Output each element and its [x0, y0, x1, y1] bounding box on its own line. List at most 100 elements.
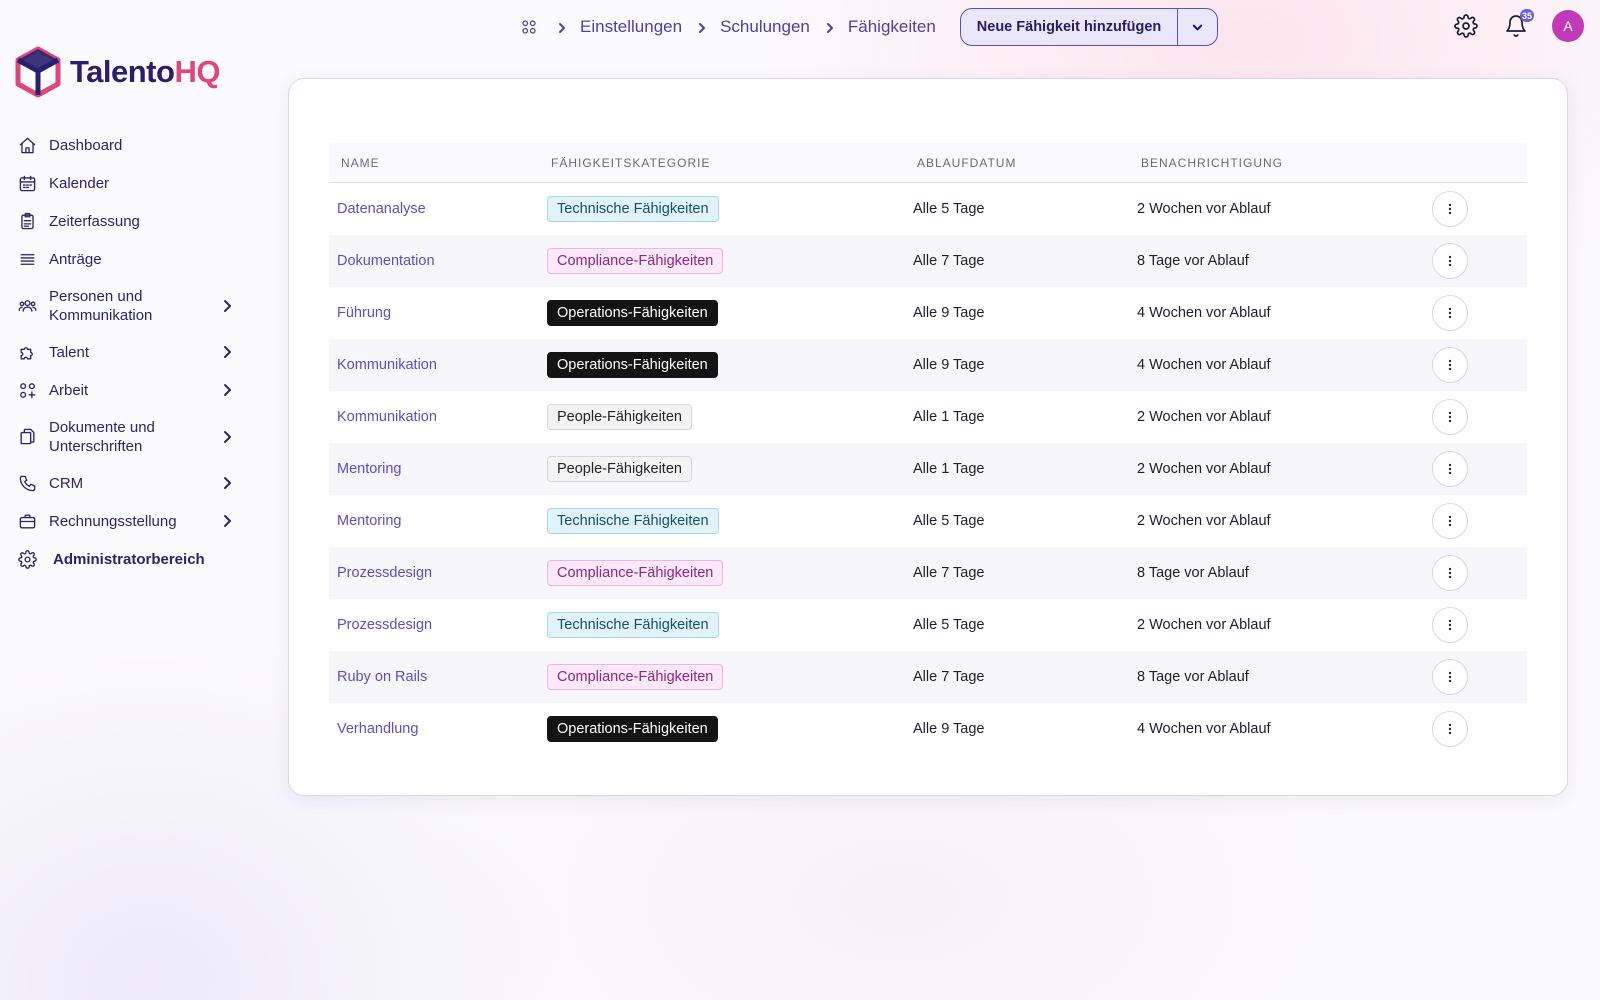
more-vertical-icon	[1448, 515, 1452, 527]
sidebar-item-antraege[interactable]: Anträge	[14, 240, 246, 278]
skills-card: Name Fähigkeitskategorie Ablaufdatum Ben…	[288, 78, 1568, 796]
sidebar-item-label: Personen und Kommunikation	[49, 287, 153, 324]
apps-grid-icon[interactable]	[520, 16, 542, 38]
skill-name-link[interactable]: Verhandlung	[337, 721, 418, 737]
chevron-right-icon	[220, 476, 234, 490]
sidebar-item-label: Dokumente und Unterschriften	[49, 418, 155, 455]
table-header: Name Fähigkeitskategorie Ablaufdatum Ben…	[329, 143, 1527, 183]
breadcrumb-faehigkeiten[interactable]: Fähigkeiten	[848, 17, 936, 37]
skill-name-link[interactable]: Prozessdesign	[337, 617, 432, 633]
more-vertical-icon	[1448, 671, 1452, 683]
sidebar-item-label: Dashboard	[49, 136, 123, 154]
sidebar-item-label: Zeiterfassung	[49, 212, 140, 230]
category-badge: Technische Fähigkeiten	[547, 612, 719, 638]
notification-text: 2 Wochen vor Ablauf	[1137, 201, 1271, 217]
clipboard-icon	[16, 210, 38, 232]
skill-name-link[interactable]: Führung	[337, 305, 391, 321]
skill-name-link[interactable]: Datenanalyse	[337, 201, 426, 217]
notification-text: 8 Tage vor Ablauf	[1137, 669, 1249, 685]
gear-icon	[1454, 14, 1478, 38]
sidebar-item-dokumente[interactable]: Dokumente und Unterschriften	[14, 409, 246, 464]
table-row: Prozessdesign Technische Fähigkeiten All…	[329, 599, 1527, 651]
skill-name-link[interactable]: Kommunikation	[337, 357, 437, 373]
table-row: Ruby on Rails Compliance-Fähigkeiten All…	[329, 651, 1527, 703]
sidebar-item-kalender[interactable]: Kalender	[14, 164, 246, 202]
skill-name-link[interactable]: Ruby on Rails	[337, 669, 427, 685]
phone-icon	[16, 472, 38, 494]
more-vertical-icon	[1448, 463, 1452, 475]
sidebar-item-crm[interactable]: CRM	[14, 464, 246, 502]
logo-cube-icon	[15, 46, 61, 98]
skill-name-link[interactable]: Mentoring	[337, 513, 401, 529]
more-vertical-icon	[1448, 255, 1452, 267]
notification-text: 8 Tage vor Ablauf	[1137, 565, 1249, 581]
notification-text: 4 Wochen vor Ablauf	[1137, 305, 1271, 321]
chevron-right-icon	[220, 514, 234, 528]
skill-name-link[interactable]: Mentoring	[337, 461, 401, 477]
row-actions-button[interactable]	[1432, 503, 1468, 539]
notification-text: 2 Wochen vor Ablauf	[1137, 409, 1271, 425]
category-badge: Technische Fähigkeiten	[547, 508, 719, 534]
chevron-right-icon	[220, 345, 234, 359]
more-vertical-icon	[1448, 203, 1452, 215]
sidebar-item-arbeit[interactable]: Arbeit	[14, 371, 246, 409]
sidebar-item-talent[interactable]: Talent	[14, 333, 246, 371]
expiry-text: Alle 5 Tage	[913, 617, 985, 633]
people-icon	[16, 295, 38, 317]
table-row: Verhandlung Operations-Fähigkeiten Alle …	[329, 703, 1527, 755]
header-actions: 35 A	[1452, 9, 1584, 42]
row-actions-button[interactable]	[1432, 295, 1468, 331]
breadcrumb: Einstellungen Schulungen Fähigkeiten Neu…	[520, 8, 1219, 46]
more-vertical-icon	[1448, 307, 1452, 319]
notification-text: 2 Wochen vor Ablauf	[1137, 513, 1271, 529]
more-vertical-icon	[1448, 567, 1452, 579]
sidebar-item-rechnungsstellung[interactable]: Rechnungsstellung	[14, 502, 246, 540]
row-actions-button[interactable]	[1432, 243, 1468, 279]
sidebar-item-label: Arbeit	[49, 381, 89, 399]
column-header-name[interactable]: Name	[329, 156, 547, 170]
sidebar-item-administratorbereich[interactable]: Administratorbereich	[14, 540, 246, 578]
notification-text: 8 Tage vor Ablauf	[1137, 253, 1249, 269]
category-badge: Compliance-Fähigkeiten	[547, 664, 724, 690]
sidebar-item-label: CRM	[49, 474, 84, 492]
sidebar-item-personen[interactable]: Personen und Kommunikation	[14, 278, 246, 333]
chevron-right-icon	[220, 383, 234, 397]
row-actions-button[interactable]	[1432, 555, 1468, 591]
settings-button[interactable]	[1452, 12, 1480, 40]
table-body: Datenanalyse Technische Fähigkeiten Alle…	[329, 183, 1527, 755]
breadcrumb-einstellungen[interactable]: Einstellungen	[580, 17, 682, 37]
more-vertical-icon	[1448, 359, 1452, 371]
avatar[interactable]: A	[1552, 10, 1584, 42]
sidebar-item-label: Rechnungsstellung	[49, 512, 177, 530]
sidebar-item-label: Talent	[49, 343, 90, 361]
column-header-notification[interactable]: Benachrichtigung	[1137, 156, 1432, 170]
skill-name-link[interactable]: Dokumentation	[337, 253, 435, 269]
row-actions-button[interactable]	[1432, 347, 1468, 383]
add-skill-button[interactable]: Neue Fähigkeit hinzufügen	[961, 9, 1177, 45]
notification-text: 4 Wochen vor Ablauf	[1137, 721, 1271, 737]
category-badge: Operations-Fähigkeiten	[547, 300, 718, 326]
sidebar-nav: Dashboard Kalender Zeiterfassung Anträge…	[14, 126, 246, 578]
breadcrumb-schulungen[interactable]: Schulungen	[720, 17, 810, 37]
sidebar-item-dashboard[interactable]: Dashboard	[14, 126, 246, 164]
briefcase-icon	[16, 510, 38, 532]
notification-count-badge: 35	[1519, 9, 1534, 22]
row-actions-button[interactable]	[1432, 191, 1468, 227]
notifications-button[interactable]: 35	[1502, 9, 1534, 40]
row-actions-button[interactable]	[1432, 607, 1468, 643]
expiry-text: Alle 7 Tage	[913, 253, 985, 269]
table-row: Datenanalyse Technische Fähigkeiten Alle…	[329, 183, 1527, 235]
column-header-category[interactable]: Fähigkeitskategorie	[547, 156, 913, 170]
add-skill-dropdown-button[interactable]	[1177, 9, 1217, 45]
skill-name-link[interactable]: Kommunikation	[337, 409, 437, 425]
row-actions-button[interactable]	[1432, 399, 1468, 435]
brand-logo[interactable]: TalentoHQ	[14, 46, 220, 98]
sidebar-item-zeiterfassung[interactable]: Zeiterfassung	[14, 202, 246, 240]
row-actions-button[interactable]	[1432, 711, 1468, 747]
skill-name-link[interactable]: Prozessdesign	[337, 565, 432, 581]
column-header-expiry[interactable]: Ablaufdatum	[913, 156, 1137, 170]
row-actions-button[interactable]	[1432, 659, 1468, 695]
table-row: Führung Operations-Fähigkeiten Alle 9 Ta…	[329, 287, 1527, 339]
row-actions-button[interactable]	[1432, 451, 1468, 487]
chevron-down-icon	[1193, 24, 1203, 30]
